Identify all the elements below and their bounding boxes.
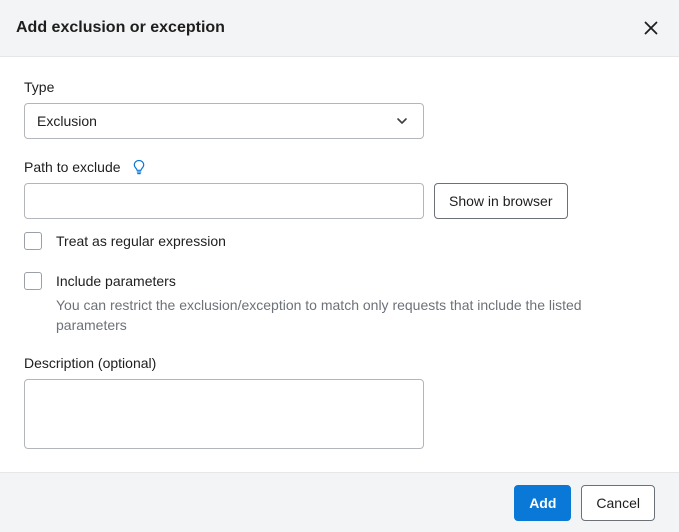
regex-label: Treat as regular expression — [56, 231, 655, 251]
path-input[interactable] — [24, 183, 424, 219]
chevron-down-icon — [393, 112, 411, 130]
type-select[interactable]: Exclusion — [24, 103, 424, 139]
close-icon — [643, 20, 659, 36]
path-label-text: Path to exclude — [24, 159, 121, 175]
include-params-checkbox-row: Include parameters You can restrict the … — [24, 271, 655, 335]
include-params-section: Include parameters You can restrict the … — [24, 271, 655, 335]
dialog-header: Add exclusion or exception — [0, 0, 679, 57]
include-params-help: You can restrict the exclusion/exception… — [56, 295, 655, 335]
type-section: Type Exclusion — [24, 79, 655, 139]
dialog-title: Add exclusion or exception — [16, 19, 225, 37]
description-label: Description (optional) — [24, 355, 655, 371]
dialog-footer: Add Cancel — [0, 472, 679, 532]
cancel-button[interactable]: Cancel — [581, 485, 655, 521]
lightbulb-icon[interactable] — [131, 159, 147, 175]
description-textarea[interactable] — [24, 379, 424, 449]
description-section: Description (optional) — [24, 355, 655, 452]
regex-checkbox-row: Treat as regular expression — [24, 231, 655, 251]
type-select-value: Exclusion — [37, 113, 393, 129]
add-button[interactable]: Add — [514, 485, 571, 521]
type-label: Type — [24, 79, 655, 95]
regex-checkbox[interactable] — [24, 232, 42, 250]
close-button[interactable] — [639, 16, 663, 40]
include-params-checkbox[interactable] — [24, 272, 42, 290]
dialog-body: Type Exclusion Path to exclude Show — [0, 57, 679, 452]
path-label: Path to exclude — [24, 159, 655, 175]
show-in-browser-button[interactable]: Show in browser — [434, 183, 568, 219]
path-section: Path to exclude Show in browser Treat as… — [24, 159, 655, 251]
include-params-label: Include parameters — [56, 271, 655, 291]
